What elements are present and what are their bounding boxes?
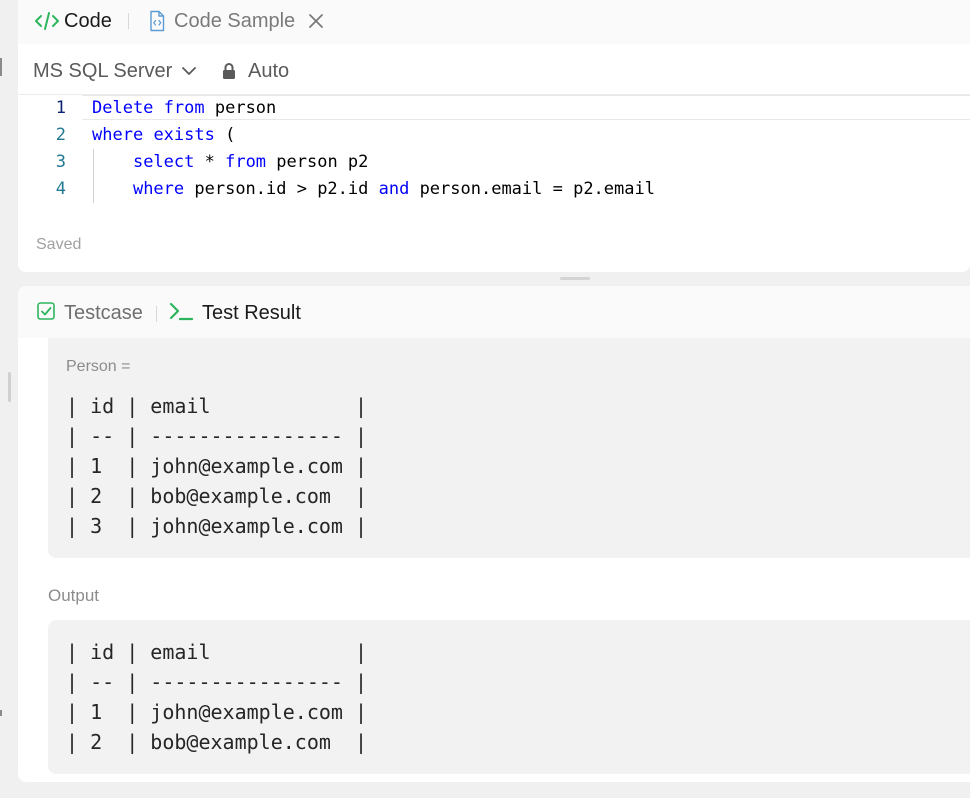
document-icon <box>144 8 170 34</box>
code-brackets-icon <box>34 8 60 34</box>
save-status: Saved <box>36 236 82 253</box>
input-variable-label: Person = <box>66 358 131 375</box>
code-line[interactable]: 4 where person.id > p2.id and person.ema… <box>18 176 970 203</box>
line-number: 4 <box>55 179 66 199</box>
tab-testcase[interactable]: Testcase <box>36 300 143 326</box>
tab-test-result[interactable]: Test Result <box>168 300 301 326</box>
horizontal-resize-handle[interactable] <box>8 372 11 402</box>
language-select-value: MS SQL Server <box>33 59 173 82</box>
line-number: 1 <box>55 98 66 118</box>
editor-toolbar: MS SQL Server Auto <box>18 46 970 95</box>
result-panel: Testcase Test Result Person = | id | ema… <box>18 286 970 782</box>
sql-keyword: where <box>132 179 185 199</box>
line-number: 3 <box>55 152 66 172</box>
tab-testcase-label: Testcase <box>64 301 143 324</box>
code-token: * <box>194 152 226 172</box>
code-line-text: where person.id > p2.id and person.email… <box>92 176 655 203</box>
sql-keyword: where <box>92 125 144 145</box>
code-line-text: Delete from person <box>92 95 276 122</box>
left-edge <box>0 0 18 798</box>
code-token: person.id > p2.id <box>184 179 379 199</box>
tab-test-result-label: Test Result <box>202 301 301 324</box>
output-table: | id | email | | -- | ---------------- |… <box>66 640 368 754</box>
tab-separator <box>156 306 157 322</box>
tab-code-label: Code <box>64 9 112 32</box>
code-line[interactable]: 3 select * from person p2 <box>18 149 970 176</box>
code-line-text: select * from person p2 <box>92 149 368 176</box>
code-tabbar: Code Code Sample <box>18 0 970 44</box>
code-editor[interactable]: 1 Delete from person 2 where exists (3 sele… <box>18 95 970 225</box>
result-tabbar: Testcase Test Result <box>18 286 970 338</box>
sql-keyword: from <box>225 152 267 172</box>
close-icon[interactable] <box>307 12 325 30</box>
chevron-down-icon <box>180 62 198 80</box>
code-token: person p2 <box>266 152 369 172</box>
code-panel: Code Code Sample MS SQL Server Auto 1 De… <box>18 0 970 272</box>
vertical-resize-handle[interactable] <box>560 277 590 280</box>
checkbox-icon <box>36 301 56 326</box>
testcase-input-box: Person = | id | email | | -- | ---------… <box>48 338 970 558</box>
lock-icon <box>220 60 238 82</box>
sql-keyword: and <box>378 179 410 199</box>
language-select[interactable]: MS SQL Server <box>33 58 198 84</box>
output-label: Output <box>48 586 100 605</box>
code-line[interactable]: 2 where exists ( <box>18 122 970 149</box>
terminal-icon <box>168 300 194 327</box>
code-token: person <box>204 98 277 118</box>
bottom-strip <box>0 782 970 798</box>
tab-separator <box>128 13 129 29</box>
sql-keyword: from <box>163 98 205 118</box>
sql-keyword: select <box>132 152 195 172</box>
line-number: 2 <box>55 125 66 145</box>
auto-mode-label: Auto <box>248 59 290 82</box>
output-box: | id | email | | -- | ---------------- |… <box>48 620 970 774</box>
code-token: ( <box>214 125 236 145</box>
sql-keyword: Delete <box>92 98 154 118</box>
auto-mode[interactable]: Auto <box>220 58 289 84</box>
tab-code[interactable]: Code <box>34 8 112 34</box>
code-line-text: where exists ( <box>92 122 235 149</box>
input-table: | id | email | | -- | ---------------- |… <box>66 394 368 538</box>
tab-code-sample[interactable]: Code Sample <box>144 8 325 34</box>
left-edge-tick <box>0 58 2 76</box>
tab-code-sample-label: Code Sample <box>174 9 296 32</box>
sql-keyword: exists <box>153 125 215 145</box>
left-edge-tick <box>0 710 2 716</box>
code-token: person.email = p2.email <box>409 179 655 199</box>
code-line[interactable]: 1 Delete from person <box>18 95 970 122</box>
